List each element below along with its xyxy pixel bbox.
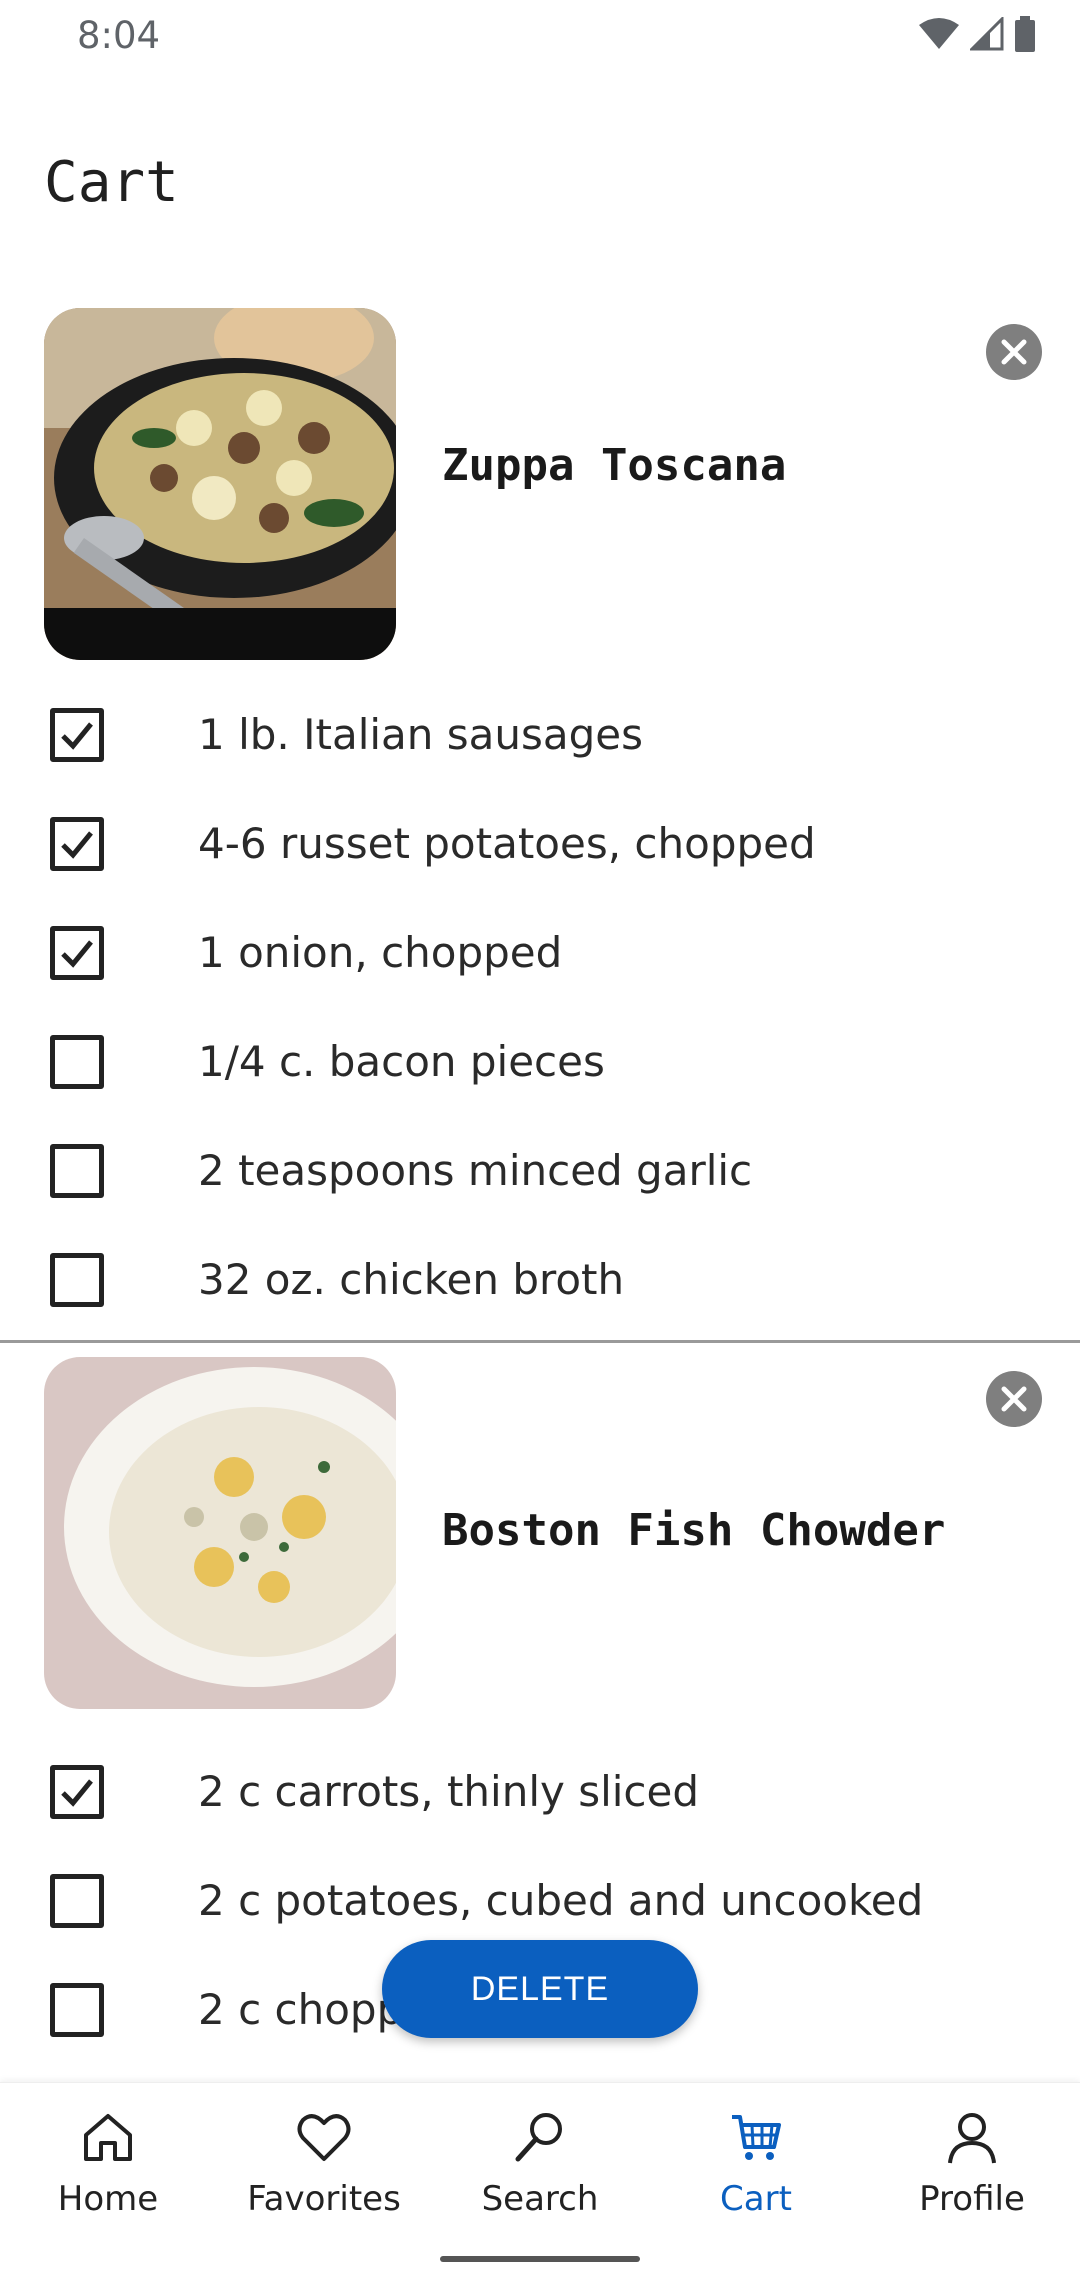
status-bar: 8:04 <box>0 0 1080 72</box>
recipe-image[interactable] <box>44 308 396 660</box>
ingredient-row[interactable]: 4-6 russet potatoes, chopped <box>0 789 1080 898</box>
ingredient-label: 32 oz. chicken broth <box>198 1255 625 1304</box>
home-indicator[interactable] <box>440 2256 640 2262</box>
ingredient-checkbox[interactable] <box>50 1034 104 1089</box>
recipe-image[interactable] <box>44 1357 396 1709</box>
delete-button[interactable]: DELETE <box>382 1940 698 2038</box>
recipe-title: Boston Fish Chowder <box>442 1505 946 1556</box>
recipe-title: Zuppa Toscana <box>442 440 787 491</box>
search-icon <box>515 2113 562 2162</box>
nav-label: Profile <box>919 2179 1025 2219</box>
cart-icon <box>732 2115 781 2160</box>
ingredient-label: 2 c potatoes, cubed and uncooked <box>198 1876 924 1925</box>
nav-item-search[interactable]: Search <box>432 2107 648 2227</box>
recipe-header: Boston Fish Chowder <box>0 1357 1080 1737</box>
ingredient-label: 1 onion, chopped <box>198 928 563 977</box>
ingredient-row[interactable]: 1 lb. Italian sausages <box>0 680 1080 789</box>
ingredient-checkbox[interactable] <box>50 1252 104 1307</box>
bottom-nav: Home Favorites Search Cart Profile <box>0 2082 1080 2280</box>
ingredient-row[interactable]: 2 c potatoes, cubed and uncooked <box>0 1846 1080 1955</box>
check-icon <box>61 830 93 859</box>
heart-icon <box>297 2114 351 2161</box>
ingredient-checkbox[interactable] <box>50 816 104 871</box>
nav-item-favorites[interactable]: Favorites <box>216 2107 432 2227</box>
ingredient-row[interactable]: 2 c carrots, thinly sliced <box>0 1737 1080 1846</box>
recipe-card: Zuppa Toscana 1 lb. Italian sausages 4-6… <box>0 290 1080 1334</box>
ingredient-row[interactable]: 32 oz. chicken broth <box>0 1225 1080 1334</box>
wifi-icon <box>919 18 959 49</box>
check-icon <box>61 721 93 750</box>
ingredient-checkbox[interactable] <box>50 925 104 980</box>
ingredient-checkbox[interactable] <box>50 707 104 762</box>
ingredient-label: 1/4 c. bacon pieces <box>198 1037 605 1086</box>
nav-label: Home <box>57 2179 159 2219</box>
close-icon <box>1001 1386 1027 1412</box>
ingredient-label: 2 c chopp <box>198 1985 404 2034</box>
recipe-header: Zuppa Toscana <box>0 290 1080 680</box>
nav-item-profile[interactable]: Profile <box>864 2107 1080 2227</box>
nav-label: Search <box>481 2179 599 2219</box>
nav-item-home[interactable]: Home <box>0 2107 216 2227</box>
nav-label: Cart <box>720 2179 792 2219</box>
ingredient-label: 1 lb. Italian sausages <box>198 710 643 759</box>
status-icons <box>918 14 1036 54</box>
nav-label: Favorites <box>247 2179 401 2219</box>
ingredient-label: 4-6 russet potatoes, chopped <box>198 819 816 868</box>
ingredient-row[interactable]: 1 onion, chopped <box>0 898 1080 1007</box>
page-title: Cart <box>44 150 179 215</box>
check-icon <box>61 939 93 968</box>
ingredient-list: 1 lb. Italian sausages 4-6 russet potato… <box>0 680 1080 1334</box>
check-icon <box>61 1778 93 1807</box>
ingredient-row[interactable]: 1/4 c. bacon pieces <box>0 1007 1080 1116</box>
remove-recipe-button[interactable] <box>986 324 1042 380</box>
recipe-divider <box>0 1340 1080 1343</box>
ingredient-row[interactable]: 2 teaspoons minced garlic <box>0 1116 1080 1225</box>
status-time: 8:04 <box>77 14 161 57</box>
nav-item-cart[interactable]: Cart <box>648 2107 864 2227</box>
ingredient-checkbox[interactable] <box>50 1982 104 2037</box>
signal-icon <box>970 17 1004 51</box>
home-icon <box>84 2114 132 2161</box>
remove-recipe-button[interactable] <box>986 1371 1042 1427</box>
ingredient-checkbox[interactable] <box>50 1143 104 1198</box>
ingredient-label: 2 c carrots, thinly sliced <box>198 1767 700 1816</box>
profile-icon <box>948 2113 996 2164</box>
cart-list[interactable]: Zuppa Toscana 1 lb. Italian sausages 4-6… <box>0 290 1080 2080</box>
ingredient-label: 2 teaspoons minced garlic <box>198 1146 753 1195</box>
close-icon <box>1001 339 1027 365</box>
ingredient-checkbox[interactable] <box>50 1873 104 1928</box>
battery-icon <box>1015 16 1035 52</box>
ingredient-checkbox[interactable] <box>50 1764 104 1819</box>
